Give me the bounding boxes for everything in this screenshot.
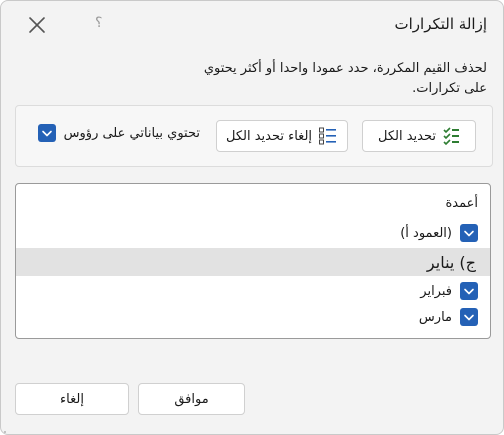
column-march-checkbox[interactable]	[460, 308, 478, 326]
has-headers-checkbox[interactable]	[37, 124, 56, 142]
remove-duplicates-dialog: إزالة التكرارات ؟ لحذف القيم المكررة، حد…	[0, 0, 504, 435]
column-a-label: (العمود أ)	[400, 225, 452, 241]
instruction-text: لحذف القيم المكررة، حدد عمودا واحدا أو أ…	[203, 61, 487, 96]
has-headers-option: تحتوي بياناتي على رؤوس	[37, 124, 200, 142]
column-january-label: ج) يناير	[426, 252, 476, 272]
column-march-label: مارس	[418, 309, 452, 325]
checkmark-icon	[464, 288, 474, 295]
column-february-checkbox[interactable]	[460, 282, 478, 300]
select-all-checklist-icon	[442, 126, 460, 146]
help-button[interactable]: ؟	[95, 15, 102, 31]
column-item-january[interactable]: ج) يناير	[16, 248, 490, 276]
unselect-all-button[interactable]: إلغاء تحديد الكل	[216, 120, 348, 152]
columns-list[interactable]: أعمدة (العمود أ) ج) يناير فبراير مارس	[15, 183, 491, 339]
ok-button[interactable]: موافق	[138, 383, 245, 415]
cancel-button[interactable]: إلغاء	[15, 383, 129, 415]
column-a-checkbox[interactable]	[460, 224, 478, 242]
checkmark-icon	[464, 314, 474, 321]
resize-grip-icon	[4, 431, 6, 433]
column-item-march[interactable]: مارس	[16, 304, 490, 330]
dialog-titlebar: إزالة التكرارات ؟	[1, 1, 503, 51]
column-item-february[interactable]: فبراير	[16, 278, 490, 304]
checkmark-icon	[464, 230, 474, 237]
unselect-all-list-icon	[318, 126, 338, 146]
close-button[interactable]	[25, 13, 49, 37]
column-february-label: فبراير	[420, 283, 452, 299]
close-icon	[29, 17, 45, 33]
select-all-label: تحديد الكل	[378, 128, 437, 144]
has-headers-label: تحتوي بياناتي على رؤوس	[63, 125, 200, 141]
checkmark-icon	[41, 130, 52, 137]
columns-header: أعمدة	[445, 196, 478, 211]
dialog-title: إزالة التكرارات	[394, 15, 487, 33]
select-all-button[interactable]: تحديد الكل	[362, 120, 476, 152]
selection-toolbar: تحديد الكل إلغاء تحديد الكل تحتوي بيانات…	[15, 105, 493, 167]
unselect-all-label: إلغاء تحديد الكل	[225, 128, 313, 144]
resize-grip[interactable]	[3, 422, 13, 433]
column-item-a[interactable]: (العمود أ)	[16, 220, 490, 246]
